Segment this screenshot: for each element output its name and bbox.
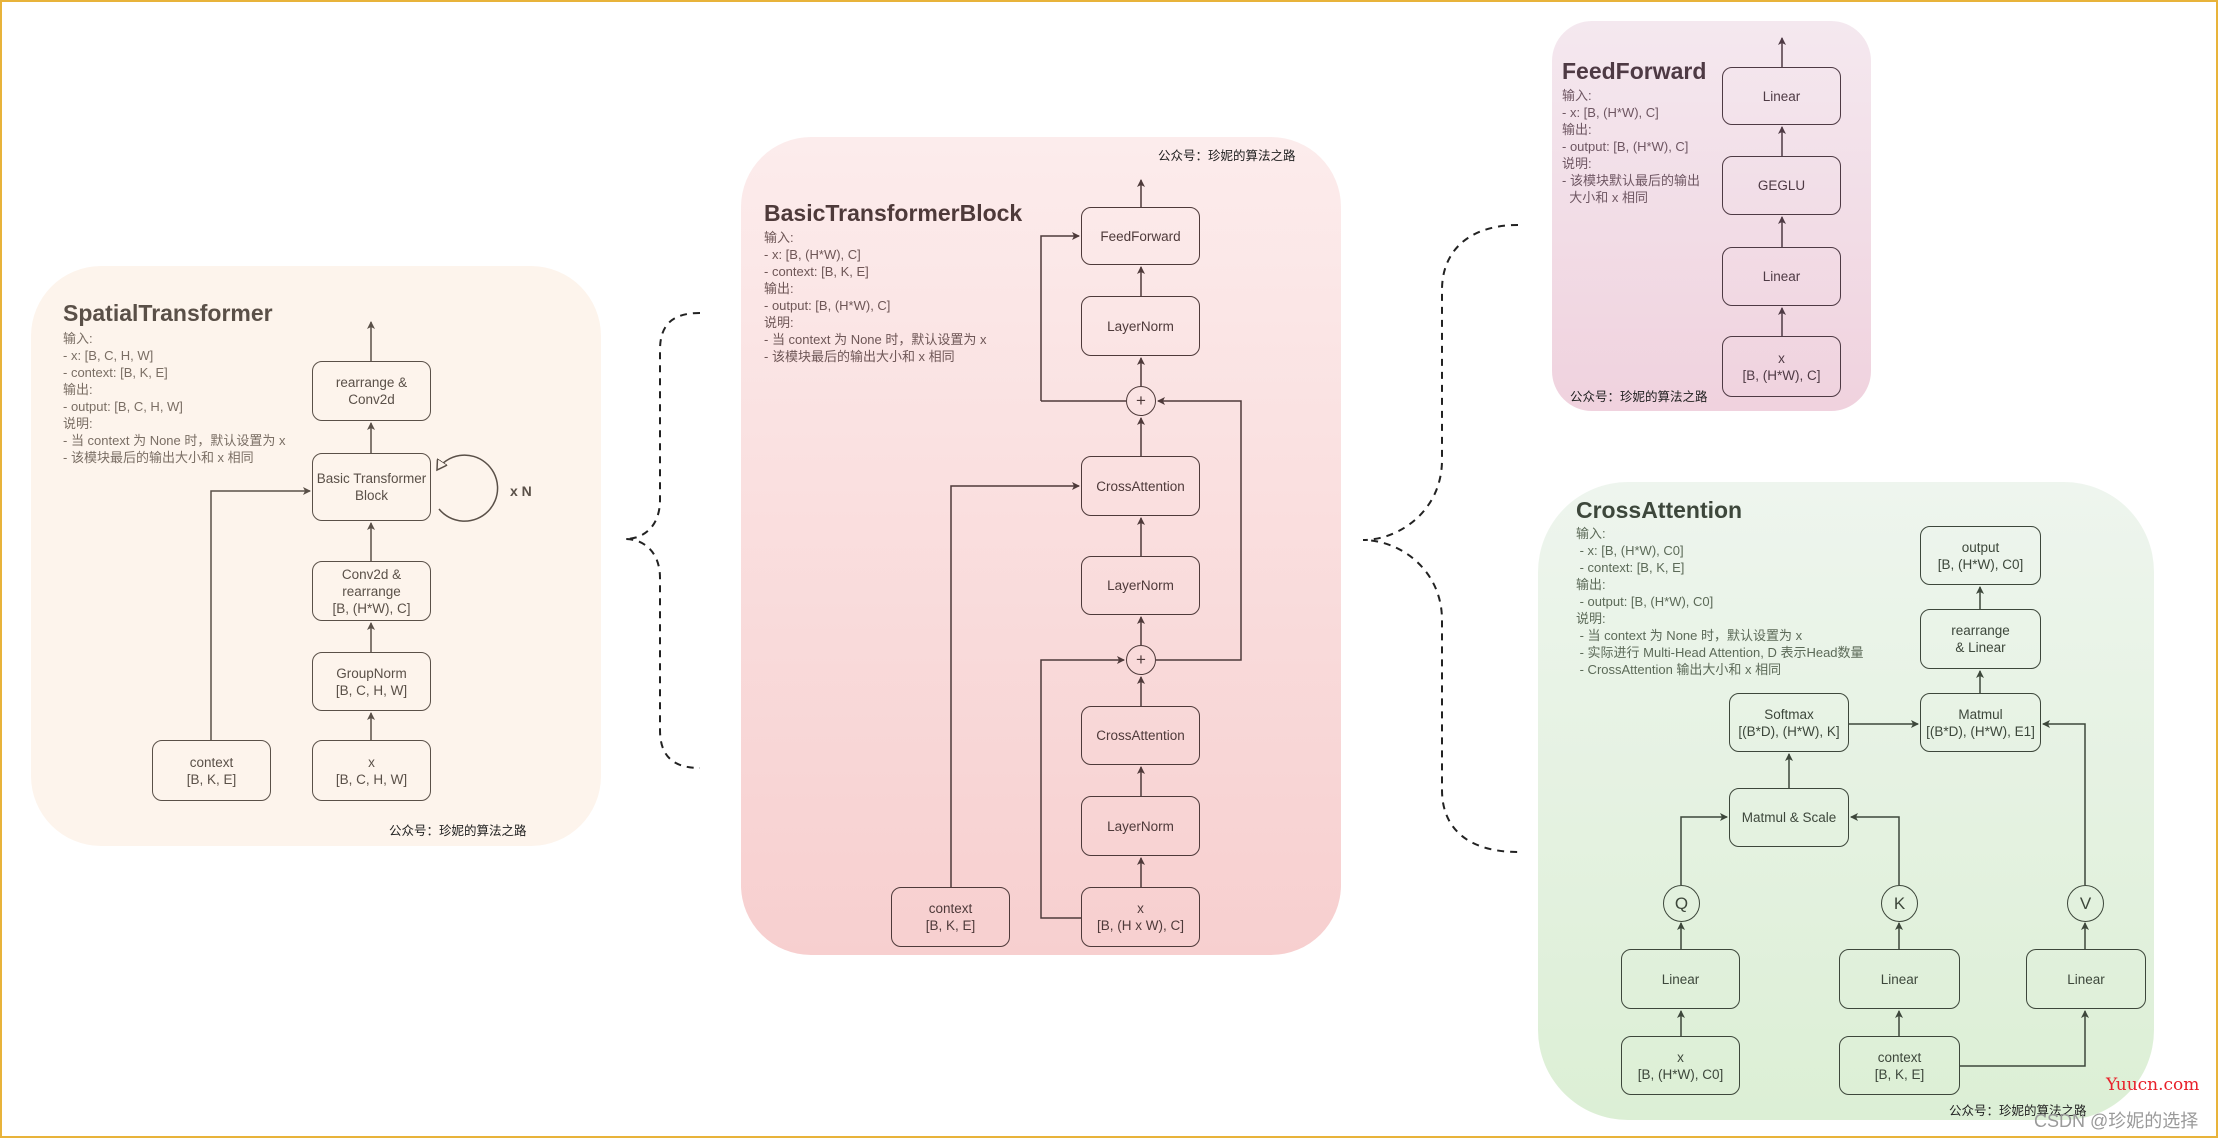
spatial-x-input-node: x [B, C, H, W] — [312, 740, 431, 801]
feedforward-watermark: 公众号：珍妮的算法之路 — [1570, 390, 1708, 404]
cross-attention-2-node: CrossAttention — [1081, 456, 1200, 516]
cross-attention-1-node: CrossAttention — [1081, 706, 1200, 765]
feedforward-node: FeedForward — [1081, 207, 1200, 265]
ca-linear-v-node: Linear — [2026, 949, 2146, 1009]
value-node: V — [2067, 885, 2104, 922]
ff-linear-2-node: Linear — [1722, 67, 1841, 125]
layernorm-2-node: LayerNorm — [1081, 556, 1200, 615]
key-node: K — [1881, 885, 1918, 922]
rearrange-conv2d-node: rearrange & Conv2d — [312, 361, 431, 421]
spatial-title: SpatialTransformer — [63, 300, 273, 326]
spatial-context-input-node: context [B, K, E] — [152, 740, 271, 801]
feedforward-title: FeedForward — [1562, 58, 1707, 84]
ca-softmax-node: Softmax [(B*D), (H*W), K] — [1729, 693, 1849, 752]
csdn-watermark: CSDN @珍妮的选择 — [2034, 1111, 2199, 1131]
repeat-n-label: x N — [510, 483, 532, 499]
groupnorm-node: GroupNorm [B, C, H, W] — [312, 652, 431, 711]
spatial-watermark: 公众号：珍妮的算法之路 — [389, 824, 527, 838]
basic-transformer-block-node: Basic Transformer Block — [312, 453, 431, 521]
cross-attention-title: CrossAttention — [1576, 497, 1743, 523]
ca-output-node: output [B, (H*W), C0] — [1920, 526, 2041, 585]
basic-title: BasicTransformerBlock — [764, 200, 1023, 226]
ca-rearrange-linear-node: rearrange & Linear — [1920, 609, 2041, 669]
geglu-node: GEGLU — [1722, 156, 1841, 215]
basic-context-input-node: context [B, K, E] — [891, 887, 1010, 947]
basic-watermark: 公众号：珍妮的算法之路 — [1158, 149, 1296, 163]
cross-attention-description: 输入: - x: [B, (H*W), C0] - context: [B, K… — [1576, 526, 1864, 677]
feedforward-description: 输入: - x: [B, (H*W), C] 输出: - output: [B,… — [1562, 88, 1700, 205]
ca-linear-q-node: Linear — [1621, 949, 1740, 1009]
yuucn-watermark: Yuucn.com — [2106, 1075, 2200, 1095]
ca-matmul-node: Matmul [(B*D), (H*W), E1] — [1920, 693, 2041, 752]
layernorm-1-node: LayerNorm — [1081, 796, 1200, 856]
ca-context-input-node: context [B, K, E] — [1839, 1036, 1960, 1095]
conv2d-rearrange-node: Conv2d & rearrange [B, (H*W), C] — [312, 561, 431, 621]
ca-x-input-node: x [B, (H*W), C0] — [1621, 1036, 1740, 1095]
spatial-description: 输入: - x: [B, C, H, W] - context: [B, K, … — [63, 331, 286, 465]
query-node: Q — [1663, 885, 1700, 922]
layernorm-3-node: LayerNorm — [1081, 296, 1200, 356]
basic-description: 输入: - x: [B, (H*W), C] - context: [B, K,… — [764, 230, 987, 364]
ca-linear-k-node: Linear — [1839, 949, 1960, 1009]
ca-matmul-scale-node: Matmul & Scale — [1729, 788, 1849, 847]
ff-x-input-node: x [B, (H*W), C] — [1722, 336, 1841, 397]
ff-linear-1-node: Linear — [1722, 247, 1841, 306]
residual-add-2-icon: + — [1126, 386, 1156, 416]
residual-add-1-icon: + — [1126, 645, 1156, 675]
basic-x-input-node: x [B, (H x W), C] — [1081, 887, 1200, 947]
